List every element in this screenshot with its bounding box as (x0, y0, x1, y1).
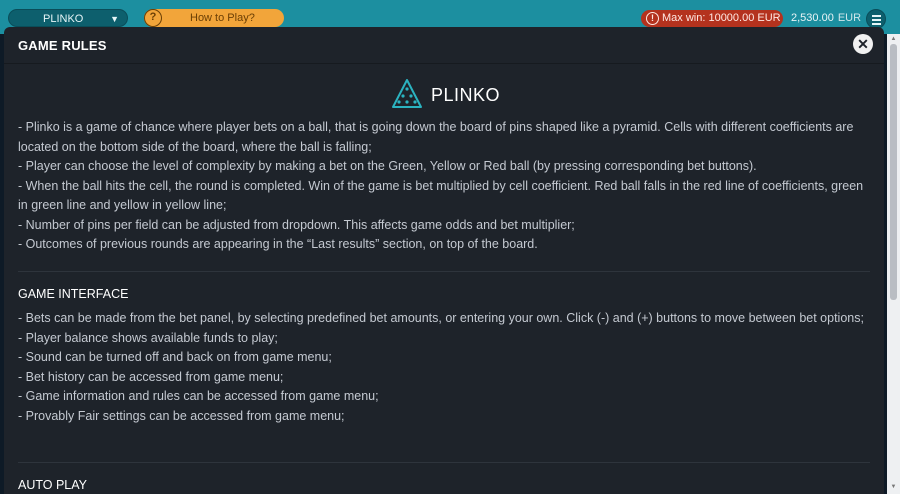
close-icon: ✕ (857, 36, 869, 52)
chevron-down-icon: ▼ (110, 14, 119, 24)
interface-line: - Bets can be made from the bet panel, b… (18, 311, 864, 325)
game-rules-modal: GAME RULES ✕ PLINKO - Plinko is a game o… (4, 27, 884, 494)
close-button[interactable]: ✕ (853, 34, 873, 54)
game-select-label: PLINKO (43, 13, 84, 25)
rules-text: - Plinko is a game of chance where playe… (18, 118, 874, 255)
interface-line: - Sound can be turned off and back on fr… (18, 350, 332, 364)
brand-name: PLINKO (431, 85, 501, 105)
how-to-play-label: How to Play? (190, 12, 255, 24)
game-interface-heading: GAME INTERFACE (18, 287, 129, 301)
alert-icon: ! (646, 12, 659, 25)
section-divider (18, 462, 870, 463)
interface-line: - Provably Fair settings can be accessed… (18, 408, 345, 423)
plinko-pyramid-icon (392, 79, 422, 108)
section-divider (18, 271, 870, 272)
scroll-up-icon[interactable]: ▲ (889, 36, 898, 44)
question-icon: ? (144, 9, 162, 27)
interface-line: - Game information and rules can be acce… (18, 389, 379, 403)
scroll-down-icon[interactable]: ▼ (889, 484, 898, 492)
balance-amount: 2,530.00 (791, 12, 834, 24)
rule-line: - Number of pins per field can be adjust… (18, 217, 575, 232)
rule-line: - Player can choose the level of complex… (18, 159, 757, 173)
game-select[interactable]: PLINKO ▼ (8, 9, 128, 27)
scrollbar-thumb[interactable] (890, 44, 897, 300)
interface-line: - Bet history can be accessed from game … (18, 369, 284, 384)
auto-play-heading: AUTO PLAY (18, 478, 88, 492)
rule-line: - Plinko is a game of chance where playe… (18, 120, 854, 154)
rule-line: - Outcomes of previous rounds are appear… (18, 237, 538, 251)
max-win-badge: ! Max win: 10000.00 EUR (641, 10, 783, 27)
how-to-play-button[interactable]: ? How to Play? (144, 9, 284, 27)
player-balance: 2,530.00 EUR (791, 12, 861, 24)
rule-line: - When the ball hits the cell, the round… (18, 178, 864, 213)
interface-line: - Player balance shows available funds t… (18, 330, 278, 345)
max-win-label: Max win: 10000.00 EUR (662, 12, 781, 24)
hamburger-icon-line (872, 19, 881, 21)
hamburger-icon (872, 15, 881, 17)
menu-button[interactable] (866, 9, 886, 29)
hamburger-icon-line (872, 23, 881, 25)
title-divider (4, 63, 884, 64)
modal-title: GAME RULES (18, 38, 107, 53)
interface-text: - Bets can be made from the bet panel, b… (18, 309, 874, 426)
balance-currency: EUR (837, 12, 862, 24)
